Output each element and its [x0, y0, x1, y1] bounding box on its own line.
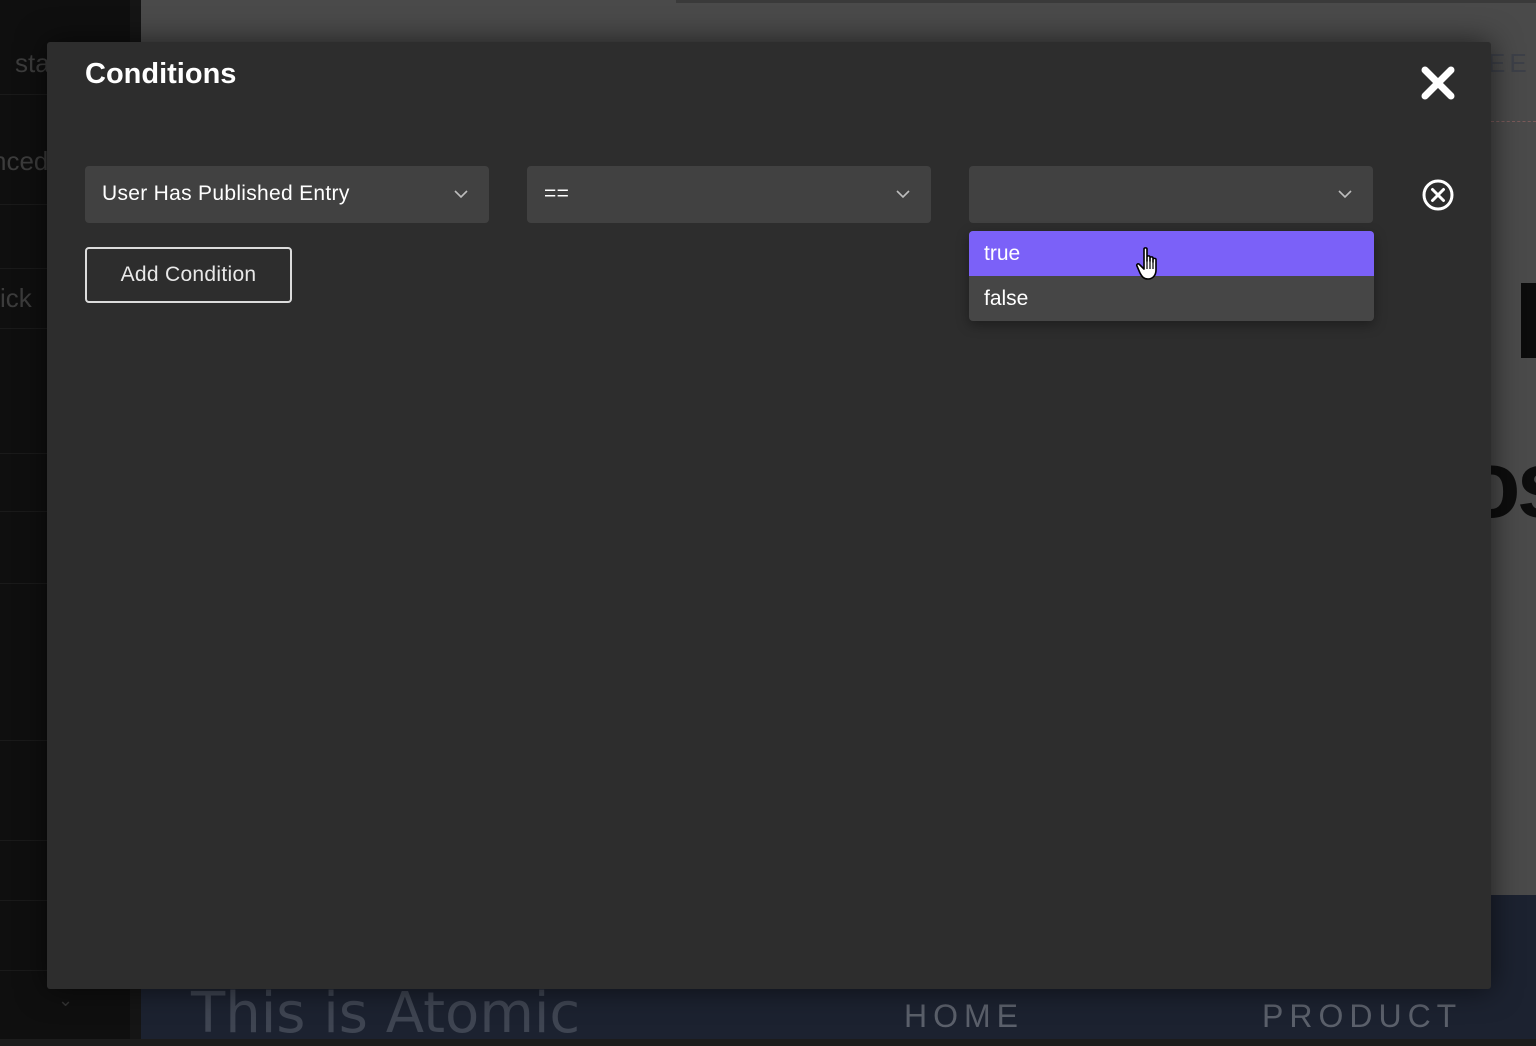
sidebar-fragment: sta [15, 48, 50, 78]
condition-value-select[interactable] [969, 166, 1373, 223]
canvas-topline [676, 0, 1536, 3]
condition-field-select[interactable]: User Has Published Entry [85, 166, 489, 223]
dropdown-option-true[interactable]: true [969, 231, 1374, 276]
chevron-down-icon [1338, 190, 1352, 199]
modal-title: Conditions [85, 58, 237, 90]
add-condition-button[interactable]: Add Condition [85, 247, 292, 303]
nav-link-product: PRODUCT [1262, 998, 1463, 1034]
condition-field-value: User Has Published Entry [102, 182, 350, 205]
nav-link-home: HOME [904, 998, 1024, 1034]
chevron-down-icon: ⌄ [58, 990, 74, 1010]
value-dropdown-menu: true false [969, 231, 1374, 321]
chevron-down-icon [454, 190, 468, 199]
dropdown-option-false[interactable]: false [969, 276, 1374, 321]
close-icon[interactable] [1417, 62, 1459, 104]
condition-operator-select[interactable]: == [527, 166, 931, 223]
canvas-fragment-text: EE [1488, 48, 1531, 78]
canvas-guide [1491, 121, 1536, 122]
hand-cursor-icon [1135, 247, 1157, 280]
sidebar-fragment: nced [0, 146, 49, 176]
conditions-modal: Conditions User Has Published Entry == A… [47, 42, 1491, 989]
site-brand: This is Atomic [191, 981, 581, 1046]
condition-operator-value: == [544, 182, 570, 205]
remove-condition-icon[interactable] [1421, 178, 1455, 212]
chevron-down-icon [896, 190, 910, 199]
canvas-block [1521, 283, 1536, 358]
sidebar-fragment: ick [0, 283, 32, 313]
